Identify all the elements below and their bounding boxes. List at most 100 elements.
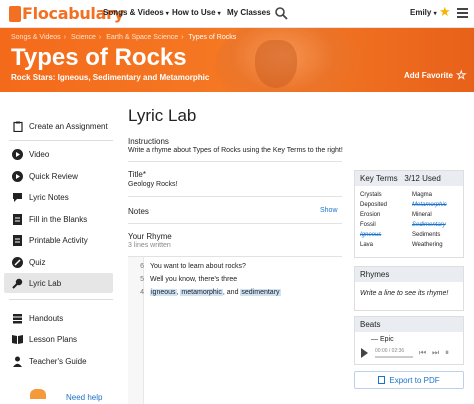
key-term-used[interactable]: Igneous bbox=[360, 232, 381, 238]
export-pdf-label: Export to PDF bbox=[389, 375, 440, 385]
key-term[interactable]: Deposited bbox=[360, 202, 387, 208]
nav-how-to-use-label: How to Use bbox=[172, 8, 216, 17]
sidebar-item-label: Quick Review bbox=[29, 171, 78, 181]
star-outline-icon: ☆ bbox=[455, 68, 467, 82]
skip-forward-icon[interactable]: ⏭ bbox=[432, 348, 439, 358]
need-help-link[interactable]: Need help bbox=[66, 393, 102, 402]
key-term-used[interactable]: Metamorphic bbox=[412, 202, 447, 208]
person-icon bbox=[12, 356, 23, 367]
sidebar-divider bbox=[9, 140, 113, 141]
nav-my-classes-label: My Classes bbox=[227, 8, 271, 17]
beat-name: Epic bbox=[379, 336, 394, 343]
nav-my-classes[interactable]: My Classes bbox=[227, 8, 271, 17]
breadcrumb-science[interactable]: Science bbox=[71, 34, 96, 41]
skip-back-icon[interactable]: ⏮ bbox=[419, 348, 426, 358]
stack-icon bbox=[12, 313, 23, 324]
line-number: 4 bbox=[140, 289, 144, 296]
chat-icon bbox=[12, 192, 23, 203]
sidebar-item-label: Lyric Lab bbox=[29, 278, 62, 288]
sidebar-divider bbox=[9, 299, 113, 300]
breadcrumb-songs-videos[interactable]: Songs & Videos bbox=[11, 34, 61, 41]
beat-progress-bar[interactable] bbox=[375, 356, 413, 358]
key-term[interactable]: Sediments bbox=[412, 232, 440, 238]
key-terms-label: Key Terms bbox=[360, 174, 398, 183]
clipboard-icon bbox=[12, 121, 23, 132]
sidebar-item-teachers-guide[interactable]: Teacher's Guide bbox=[4, 351, 113, 371]
key-term[interactable]: Lava bbox=[360, 242, 373, 248]
editor-line[interactable]: 6 You want to learn about rocks? bbox=[128, 261, 342, 274]
key-term[interactable]: Weathering bbox=[412, 242, 443, 248]
beats-panel: Beats — Epic 00:00 / 02:36 ⏮ ⏭ ⏸ bbox=[354, 316, 464, 365]
rhymes-header: Rhymes bbox=[355, 267, 463, 282]
sidebar-item-label: Printable Activity bbox=[29, 235, 88, 245]
sidebar-item-quiz[interactable]: Quiz bbox=[4, 252, 113, 272]
beats-header: Beats bbox=[355, 317, 463, 332]
key-term[interactable]: Fossil bbox=[360, 222, 376, 228]
hamburger-menu-icon[interactable] bbox=[457, 8, 468, 18]
line-segment: Well you know, there's three bbox=[150, 276, 238, 283]
key-term-highlight: sedimentary bbox=[240, 289, 281, 296]
line-number: 5 bbox=[140, 276, 144, 283]
sidebar-item-quick-review[interactable]: Quick Review bbox=[4, 166, 113, 186]
sidebar-item-lyric-lab[interactable]: Lyric Lab bbox=[4, 273, 113, 293]
search-icon[interactable] bbox=[274, 6, 288, 20]
title-input[interactable]: Geology Rocks! bbox=[128, 181, 177, 188]
sidebar-item-create-assignment[interactable]: Create an Assignment bbox=[4, 116, 113, 136]
star-icon[interactable]: ★ bbox=[439, 4, 451, 20]
key-term-used[interactable]: Sedimentary bbox=[412, 222, 446, 228]
line-text: igneous, metamorphic, and sedimentary bbox=[150, 289, 281, 296]
rhymes-prompt: Write a line to see its rhyme! bbox=[360, 290, 449, 297]
key-terms-panel: Key Terms 3/12 Used Crystals Deposited E… bbox=[354, 170, 464, 258]
add-favorite-button[interactable]: Add Favorite ☆ bbox=[404, 68, 467, 82]
hero-banner: Songs & Videos › Science › Earth & Space S… bbox=[0, 28, 474, 92]
beat-select[interactable]: — Epic bbox=[371, 336, 394, 343]
divider bbox=[128, 223, 342, 224]
document-icon bbox=[12, 213, 23, 225]
sidebar-item-video[interactable]: Video bbox=[4, 144, 113, 164]
microphone-icon bbox=[12, 278, 23, 289]
breadcrumb-earth-space[interactable]: Earth & Space Science bbox=[106, 34, 178, 41]
editor-line[interactable]: 5 Well you know, there's three bbox=[128, 274, 342, 287]
sidebar-item-fill-blanks[interactable]: Fill in the Blanks bbox=[4, 209, 113, 229]
sidebar-item-printable-activity[interactable]: Printable Activity bbox=[4, 230, 113, 250]
sidebar-item-label: Lesson Plans bbox=[29, 334, 78, 344]
key-term[interactable]: Magma bbox=[412, 192, 432, 198]
title-label: Title* bbox=[128, 170, 146, 179]
user-name: Emily bbox=[410, 8, 432, 17]
chevron-down-icon: ▾ bbox=[217, 11, 221, 17]
editor-line[interactable]: 4 igneous, metamorphic, and sedimentary bbox=[128, 287, 342, 300]
chevron-down-icon: ▾ bbox=[433, 11, 437, 17]
logo-mark bbox=[9, 5, 21, 22]
beat-select-prefix: — bbox=[371, 336, 380, 343]
sidebar-item-lyric-notes[interactable]: Lyric Notes bbox=[4, 187, 113, 207]
nav-songs-videos[interactable]: Songs & Videos ▾ bbox=[103, 8, 169, 17]
sidebar-item-label: Create an Assignment bbox=[29, 121, 108, 131]
rhymes-panel: Rhymes Write a line to see its rhyme! bbox=[354, 266, 464, 311]
sidebar-item-label: Lyric Notes bbox=[29, 192, 69, 202]
sidebar-item-handouts[interactable]: Handouts bbox=[4, 308, 113, 328]
key-term[interactable]: Mineral bbox=[412, 212, 432, 218]
pause-icon[interactable]: ⏸ bbox=[445, 348, 449, 358]
sidebar-item-label: Quiz bbox=[29, 257, 46, 267]
divider bbox=[128, 196, 342, 197]
top-nav: Flocabulary Songs & Videos ▾ How to Use ▾ … bbox=[0, 0, 474, 28]
beat-time: 00:00 / 02:36 bbox=[375, 348, 405, 354]
pencil-icon bbox=[12, 256, 23, 268]
nav-how-to-use[interactable]: How to Use ▾ bbox=[172, 8, 221, 17]
chevron-down-icon: ▾ bbox=[165, 11, 169, 17]
user-menu[interactable]: Emily ▾ bbox=[410, 8, 437, 17]
line-text: Well you know, there's three bbox=[150, 276, 237, 283]
line-text: You want to learn about rocks? bbox=[150, 263, 246, 270]
play-icon[interactable] bbox=[361, 348, 368, 358]
divider bbox=[128, 161, 342, 162]
add-favorite-label: Add Favorite bbox=[404, 70, 453, 80]
page-subtitle: Rock Stars: Igneous, Sedimentary and Met… bbox=[11, 73, 210, 82]
your-rhyme-label: Your Rhyme bbox=[128, 232, 172, 241]
notes-show-link[interactable]: Show bbox=[320, 207, 338, 214]
sidebar-item-lesson-plans[interactable]: Lesson Plans bbox=[4, 329, 113, 349]
key-term[interactable]: Crystals bbox=[360, 192, 382, 198]
export-pdf-button[interactable]: Export to PDF bbox=[354, 371, 464, 389]
key-term[interactable]: Erosion bbox=[360, 212, 380, 218]
rhyme-editor[interactable]: 6 You want to learn about rocks? 5 Well … bbox=[128, 256, 342, 404]
sidebar-item-label: Video bbox=[29, 149, 50, 159]
